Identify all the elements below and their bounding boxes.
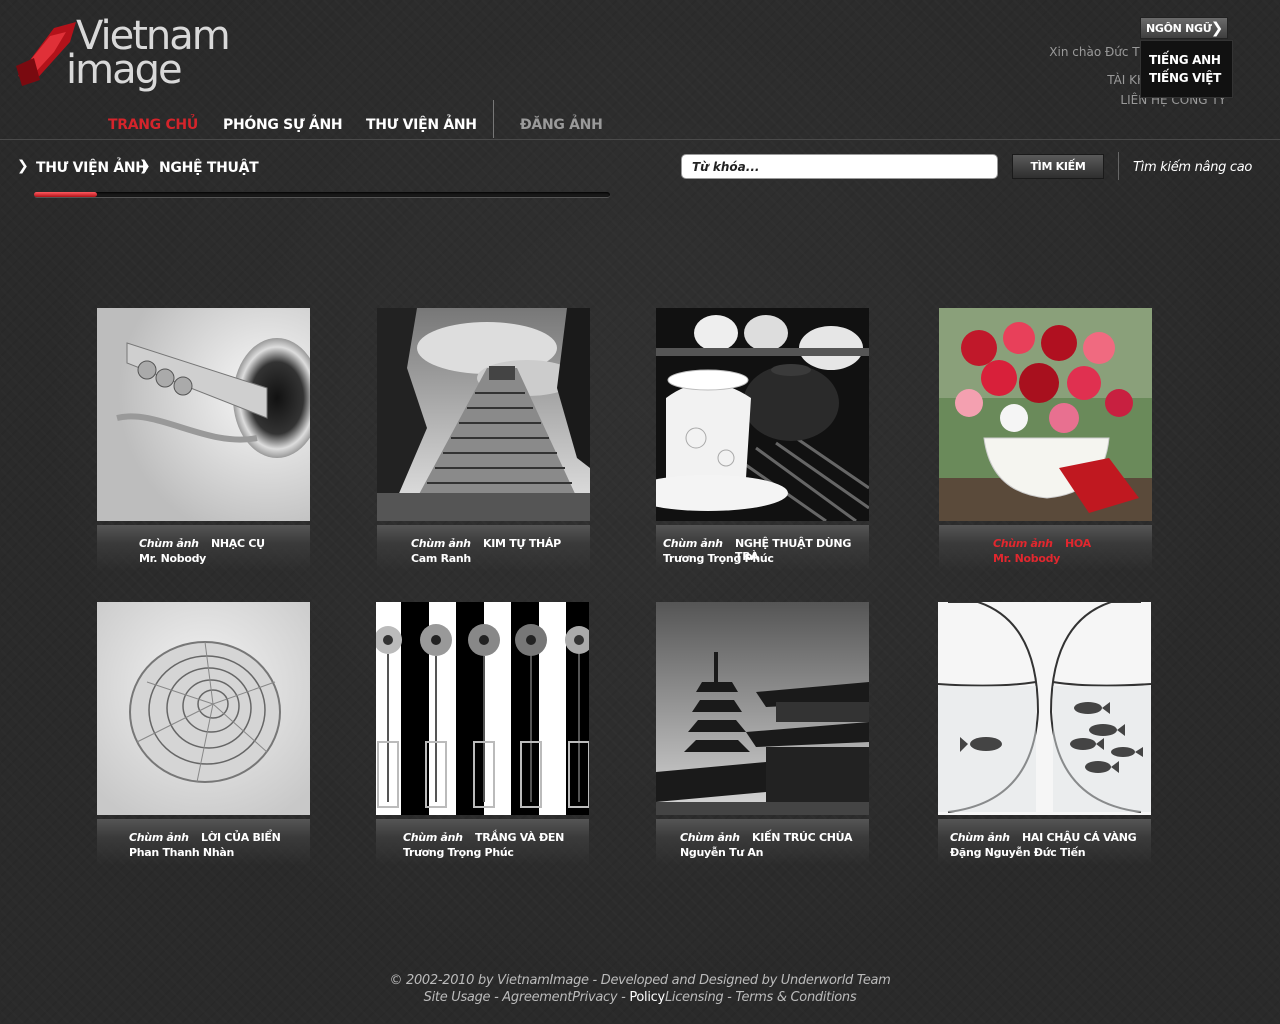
nav-divider xyxy=(493,100,494,138)
advanced-search-link[interactable]: Tìm kiếm nâng cao xyxy=(1133,160,1252,175)
album-author[interactable]: Trương Trọng Phúc xyxy=(663,552,774,565)
language-option-vietnamese[interactable]: TIẾNG VIỆT xyxy=(1149,71,1232,85)
album-caption: Chùm ảnh NGHỆ THUẬT DÙNG TRÀ Trương Trọn… xyxy=(656,525,869,571)
gallery-card[interactable]: Chùm ảnh NHẠC CỤ Mr. Nobody xyxy=(97,308,310,571)
album-caption: Chùm ảnh HOA Mr. Nobody xyxy=(939,525,1152,571)
breadcrumb-library[interactable]: THƯ VIỆN ẢNH xyxy=(36,160,147,176)
album-title[interactable]: TRẮNG VÀ ĐEN xyxy=(475,831,564,844)
album-caption: Chùm ảnh HAI CHẬU CÁ VÀNG Đặng Nguyễn Đứ… xyxy=(938,819,1151,865)
album-title[interactable]: HOA xyxy=(1065,537,1091,550)
album-title[interactable]: KIM TỰ THÁP xyxy=(483,537,561,550)
album-author[interactable]: Mr. Nobody xyxy=(139,552,206,565)
album-tag: Chùm ảnh xyxy=(129,831,189,844)
language-option-english[interactable]: TIẾNG ANH xyxy=(1149,53,1232,67)
album-caption: Chùm ảnh LỜI CỦA BIỂN Phan Thanh Nhàn xyxy=(97,819,310,865)
chevron-right-icon: ❯ xyxy=(17,158,29,174)
album-thumbnail[interactable] xyxy=(97,308,310,521)
album-tag: Chùm ảnh xyxy=(993,537,1053,550)
main-nav: TRANG CHỦ PHÓNG SỰ ẢNH THƯ VIỆN ẢNH ĐĂNG… xyxy=(0,100,1280,140)
search-divider xyxy=(1118,152,1119,180)
album-thumbnail[interactable] xyxy=(938,602,1151,815)
nav-item-photo-library[interactable]: THƯ VIỆN ẢNH xyxy=(366,117,477,133)
gallery-card[interactable]: Chùm ảnh HAI CHẬU CÁ VÀNG Đặng Nguyễn Đứ… xyxy=(938,602,1151,865)
footer: © 2002-2010 by VietnamImage - Developed … xyxy=(0,972,1280,1006)
album-caption: Chùm ảnh KIM TỰ THÁP Cam Ranh xyxy=(377,525,590,571)
album-author[interactable]: Cam Ranh xyxy=(411,552,471,565)
album-title[interactable]: NHẠC CỤ xyxy=(211,537,265,550)
album-author[interactable]: Nguyễn Tư An xyxy=(680,846,763,859)
gallery-card[interactable]: Chùm ảnh KIẾN TRÚC CHÙA Nguyễn Tư An xyxy=(656,602,869,865)
gallery-card[interactable]: Chùm ảnh NGHỆ THUẬT DÙNG TRÀ Trương Trọn… xyxy=(656,308,869,571)
album-thumbnail[interactable] xyxy=(377,308,590,521)
album-thumbnail[interactable] xyxy=(97,602,310,815)
album-author[interactable]: Phan Thanh Nhàn xyxy=(129,846,234,859)
language-button[interactable]: NGÔN NGỮ ❯ xyxy=(1140,17,1228,39)
chevron-right-icon: ❯ xyxy=(1210,19,1224,37)
gallery-card[interactable]: Chùm ảnh KIM TỰ THÁP Cam Ranh xyxy=(377,308,590,571)
album-thumbnail[interactable] xyxy=(656,602,869,815)
album-tag: Chùm ảnh xyxy=(680,831,740,844)
album-title[interactable]: LỜI CỦA BIỂN xyxy=(201,831,281,844)
nav-item-photo-reports[interactable]: PHÓNG SỰ ẢNH xyxy=(223,117,343,133)
chevron-right-icon: ❯ xyxy=(139,158,151,174)
album-caption: Chùm ảnh TRẮNG VÀ ĐEN Trương Trọng Phúc xyxy=(376,819,589,865)
album-tag: Chùm ảnh xyxy=(411,537,471,550)
album-tag: Chùm ảnh xyxy=(139,537,199,550)
logo-text-image: image xyxy=(66,47,183,93)
album-caption: Chùm ảnh KIẾN TRÚC CHÙA Nguyễn Tư An xyxy=(656,819,869,865)
footer-link-policy[interactable]: Policy xyxy=(629,990,665,1005)
language-label: NGÔN NGỮ xyxy=(1146,22,1212,35)
search-input[interactable] xyxy=(681,154,998,179)
album-tag: Chùm ảnh xyxy=(950,831,1010,844)
search-button[interactable]: TÌM KIẾM xyxy=(1012,154,1104,179)
album-thumbnail[interactable] xyxy=(939,308,1152,521)
album-tag: Chùm ảnh xyxy=(403,831,463,844)
nav-item-home[interactable]: TRANG CHỦ xyxy=(108,117,198,133)
footer-copyright: © 2002-2010 by VietnamImage - Developed … xyxy=(389,973,891,988)
nav-item-upload[interactable]: ĐĂNG ẢNH xyxy=(520,117,603,133)
gallery-card[interactable]: Chùm ảnh LỜI CỦA BIỂN Phan Thanh Nhàn xyxy=(97,602,310,865)
gallery-card[interactable]: Chùm ảnh TRẮNG VÀ ĐEN Trương Trọng Phúc xyxy=(376,602,589,865)
album-author[interactable]: Mr. Nobody xyxy=(993,552,1060,565)
progress-bar xyxy=(34,192,610,198)
album-author[interactable]: Đặng Nguyễn Đức Tiến xyxy=(950,846,1086,859)
breadcrumb-art[interactable]: NGHỆ THUẬT xyxy=(159,160,259,176)
album-title[interactable]: KIẾN TRÚC CHÙA xyxy=(752,831,852,844)
album-thumbnail[interactable] xyxy=(656,308,869,521)
album-title[interactable]: HAI CHẬU CÁ VÀNG xyxy=(1022,831,1137,844)
footer-link-licensing[interactable]: Licensing - Terms & Conditions xyxy=(665,990,857,1005)
album-thumbnail[interactable] xyxy=(376,602,589,815)
site-logo[interactable]: Vietnam image xyxy=(14,14,254,94)
footer-link-usage[interactable]: Site Usage - AgreementPrivacy - xyxy=(424,990,630,1005)
album-author[interactable]: Trương Trọng Phúc xyxy=(403,846,514,859)
footer-links: Site Usage - AgreementPrivacy - PolicyLi… xyxy=(0,989,1280,1006)
album-caption: Chùm ảnh NHẠC CỤ Mr. Nobody xyxy=(97,525,310,571)
album-tag: Chùm ảnh xyxy=(663,537,723,550)
progress-fill xyxy=(34,192,98,197)
language-menu: TIẾNG ANH TIẾNG VIỆT xyxy=(1140,40,1233,98)
gallery-card[interactable]: Chùm ảnh HOA Mr. Nobody xyxy=(939,308,1152,571)
